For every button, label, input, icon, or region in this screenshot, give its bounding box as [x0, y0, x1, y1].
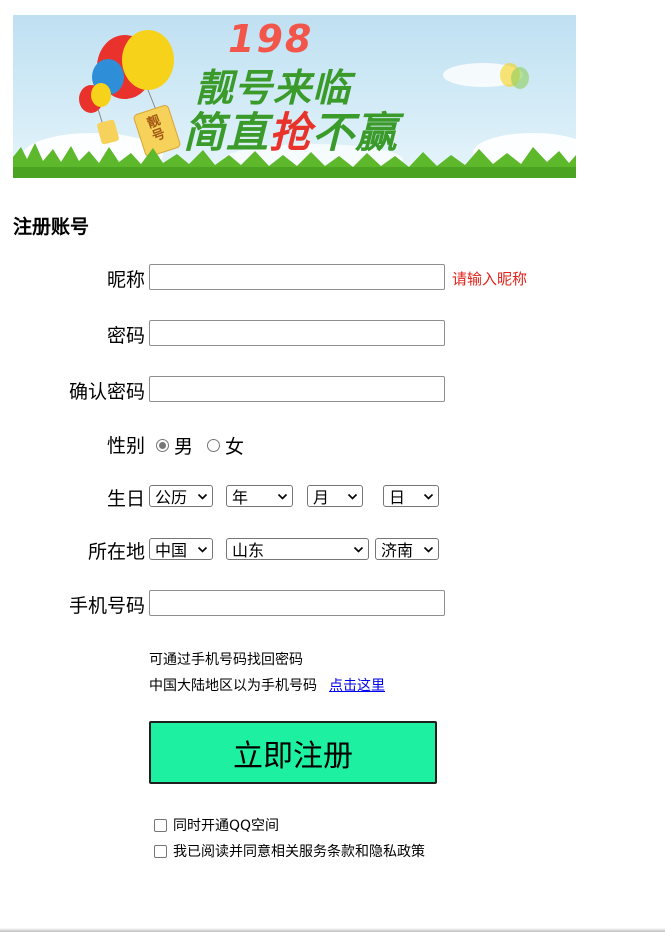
nickname-input[interactable]: [149, 264, 445, 290]
city-select-value: 济南: [381, 541, 414, 560]
chevron-down-icon: [423, 546, 434, 553]
country-select[interactable]: 中国: [149, 538, 213, 560]
qq-space-checkbox-label: 同时开通QQ空间: [173, 818, 280, 834]
month-select-value: 月: [313, 488, 330, 507]
birthday-label: 生日: [106, 488, 145, 510]
banner-number: 198: [228, 17, 314, 61]
page-title: 注册账号: [13, 216, 90, 238]
phone-info-region: 中国大陆地区以为手机号码 点击这里: [149, 675, 385, 695]
gender-label: 性别: [106, 435, 145, 457]
register-button[interactable]: 立即注册: [149, 721, 437, 784]
nickname-hint: 请输入昵称: [452, 270, 528, 288]
banner-slogan-part1: 简直: [183, 108, 270, 157]
month-select[interactable]: 月: [307, 485, 363, 507]
female-radio[interactable]: [207, 439, 220, 452]
page-bottom-divider: [0, 928, 665, 932]
day-select-value: 日: [389, 488, 406, 507]
phone-input[interactable]: [149, 590, 445, 616]
terms-checkbox[interactable]: [154, 844, 167, 858]
province-select[interactable]: 山东: [226, 538, 369, 560]
location-label: 所在地: [87, 541, 145, 563]
terms-checkbox-label: 我已阅读并同意相关服务条款和隐私政策: [173, 844, 425, 860]
gender-option-female[interactable]: 女: [207, 432, 244, 459]
calendar-select[interactable]: 公历: [149, 485, 213, 507]
male-radio[interactable]: [156, 439, 169, 452]
chevron-down-icon: [197, 546, 208, 553]
calendar-select-value: 公历: [155, 488, 188, 507]
province-select-value: 山东: [232, 541, 265, 560]
chevron-down-icon: [423, 493, 434, 500]
banner-slogan-highlight: 抢: [269, 108, 313, 157]
phone-label: 手机号码: [68, 595, 145, 617]
confirm-password-label: 确认密码: [68, 381, 145, 403]
male-radio-label: 男: [174, 436, 194, 458]
click-here-link[interactable]: 点击这里: [329, 678, 385, 694]
promo-banner[interactable]: 198 靓号来临 简直抢不赢 靓号: [13, 15, 576, 178]
phone-info-region-text: 中国大陆地区以为手机号码: [149, 678, 317, 694]
banner-slogan-part2: 不赢: [312, 108, 399, 157]
female-radio-label: 女: [225, 436, 245, 458]
terms-option[interactable]: 我已阅读并同意相关服务条款和隐私政策: [154, 841, 425, 861]
nickname-label: 昵称: [106, 269, 145, 291]
year-select-value: 年: [232, 488, 249, 507]
gender-option-male[interactable]: 男: [156, 432, 193, 459]
phone-info-recovery: 可通过手机号码找回密码: [149, 652, 303, 668]
chevron-down-icon: [197, 493, 208, 500]
year-select[interactable]: 年: [226, 485, 293, 507]
qq-space-option[interactable]: 同时开通QQ空间: [154, 815, 279, 835]
banner-slogan-line2: 简直抢不赢: [183, 99, 398, 160]
password-input[interactable]: [149, 320, 445, 346]
chevron-down-icon: [347, 493, 358, 500]
city-select[interactable]: 济南: [375, 538, 439, 560]
chevron-down-icon: [353, 546, 364, 553]
country-select-value: 中国: [155, 541, 188, 560]
password-label: 密码: [106, 325, 145, 347]
qq-space-checkbox[interactable]: [154, 818, 167, 832]
day-select[interactable]: 日: [383, 485, 439, 507]
chevron-down-icon: [277, 493, 288, 500]
confirm-password-input[interactable]: [149, 376, 445, 402]
